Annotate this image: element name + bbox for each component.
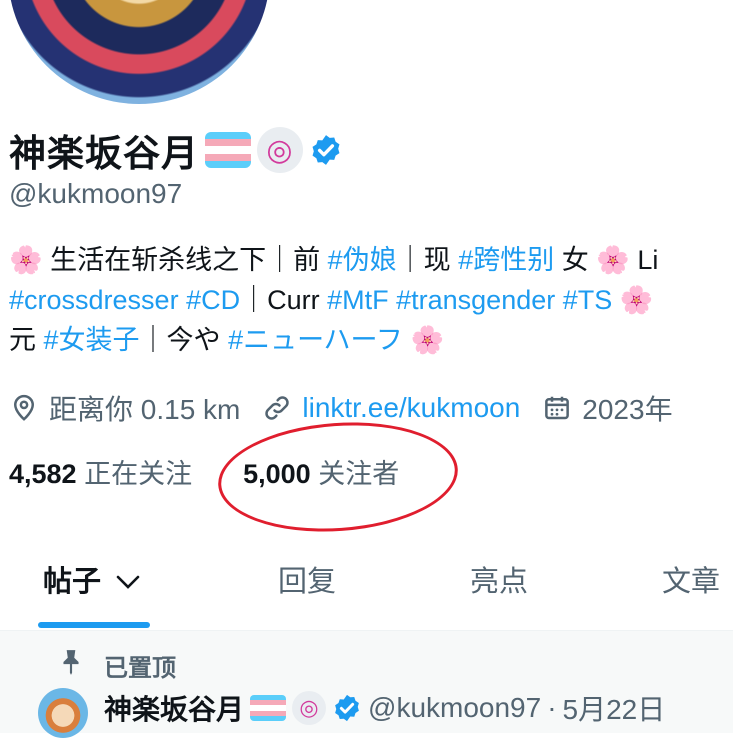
bio-text: 元 (9, 325, 44, 355)
tab-articles[interactable]: 文章 (662, 558, 720, 600)
hashtag-link[interactable]: #transgender (396, 285, 555, 315)
bio-text: 女 (554, 245, 597, 275)
hashtag-link[interactable]: #跨性别 (458, 245, 554, 275)
bio-text (389, 285, 397, 315)
bio-text: ｜Curr (240, 285, 328, 315)
profile-tabs: 帖子 回复 亮点 文章 (0, 540, 733, 631)
post-author-avatar[interactable] (38, 688, 88, 738)
pinned-indicator: 已置顶 (58, 648, 176, 683)
cherry-blossom-icon: 🌸 (410, 325, 445, 355)
calendar-icon (542, 393, 572, 423)
pinned-label: 已置顶 (104, 655, 176, 682)
bio-text: ｜今や (139, 325, 229, 355)
post-separator: · (547, 692, 557, 723)
link-item[interactable]: linktr.ee/kukmoon (262, 392, 520, 424)
bio-line-2: #crossdresser #CD｜Curr #MtF #transgender… (9, 280, 733, 320)
chevron-down-icon[interactable] (115, 567, 141, 600)
bio-text (179, 285, 187, 315)
post-header: 神楽坂谷月 ◎ @kukmoon97 · 5月22日 (104, 688, 665, 728)
hashtag-link[interactable]: #TS (563, 285, 613, 315)
tab-posts-label: 帖子 (43, 566, 102, 598)
location-text: 距离你 0.15 km (49, 394, 241, 425)
location-pin-icon (9, 393, 39, 423)
handle: @kukmoon97 (9, 178, 183, 209)
post-date[interactable]: 5月22日 (563, 688, 666, 728)
tab-posts[interactable]: 帖子 (43, 558, 141, 600)
bio-text: ｜现 (396, 245, 459, 275)
tab-replies[interactable]: 回复 (278, 558, 336, 600)
following-count: 4,582 (9, 459, 77, 489)
location-item: 距离你 0.15 km (9, 388, 240, 428)
spiral-badge-icon[interactable]: ◎ (257, 127, 303, 173)
verified-badge-icon[interactable] (309, 133, 343, 167)
bio-text (555, 285, 563, 315)
hashtag-link[interactable]: #ニューハーフ (228, 325, 403, 355)
trans-flag-icon (205, 132, 251, 168)
bio: 🌸 生活在斩杀线之下｜前 #伪娘｜现 #跨性别 女 🌸 Li #crossdre… (9, 240, 733, 360)
bio-text (612, 285, 620, 315)
link-icon (262, 393, 292, 423)
post-author-handle[interactable]: @kukmoon97 (368, 692, 541, 724)
bio-line-1: 🌸 生活在斩杀线之下｜前 #伪娘｜现 #跨性别 女 🌸 Li (9, 240, 733, 280)
joined-item: 2023年 (542, 388, 673, 428)
spiral-badge-icon: ◎ (292, 691, 327, 725)
display-name-row: 神楽坂谷月 ◎ (9, 123, 343, 177)
hashtag-link[interactable]: #伪娘 (328, 245, 397, 275)
annotation-circle (214, 414, 462, 540)
hashtag-link[interactable]: #MtF (327, 285, 389, 315)
bio-line-3: 元 #女装子｜今や #ニューハーフ 🌸 (9, 320, 733, 360)
verified-badge-icon (332, 693, 362, 723)
tab-highlights[interactable]: 亮点 (470, 558, 528, 600)
active-tab-indicator (38, 622, 150, 628)
bio-text: Li (629, 245, 659, 275)
cherry-blossom-icon: 🌸 (596, 245, 630, 275)
pin-icon (58, 648, 84, 683)
post-author-name[interactable]: 神楽坂谷月 (104, 688, 244, 728)
hashtag-link[interactable]: #crossdresser (9, 285, 179, 315)
joined-text: 2023年 (582, 394, 673, 425)
cherry-blossom-icon: 🌸 (619, 285, 654, 315)
trans-flag-icon (250, 695, 287, 721)
hashtag-link[interactable]: #女装子 (44, 325, 140, 355)
following-link[interactable]: 4,582 正在关注 (9, 459, 200, 489)
display-name: 神楽坂谷月 (9, 133, 199, 174)
profile-link[interactable]: linktr.ee/kukmoon (302, 392, 520, 424)
bio-text: 生活在斩杀线之下｜前 (42, 245, 328, 275)
cherry-blossom-icon: 🌸 (9, 245, 43, 275)
avatar[interactable] (8, 0, 270, 104)
hashtag-link[interactable]: #CD (186, 285, 240, 315)
following-label: 正在关注 (84, 459, 193, 489)
